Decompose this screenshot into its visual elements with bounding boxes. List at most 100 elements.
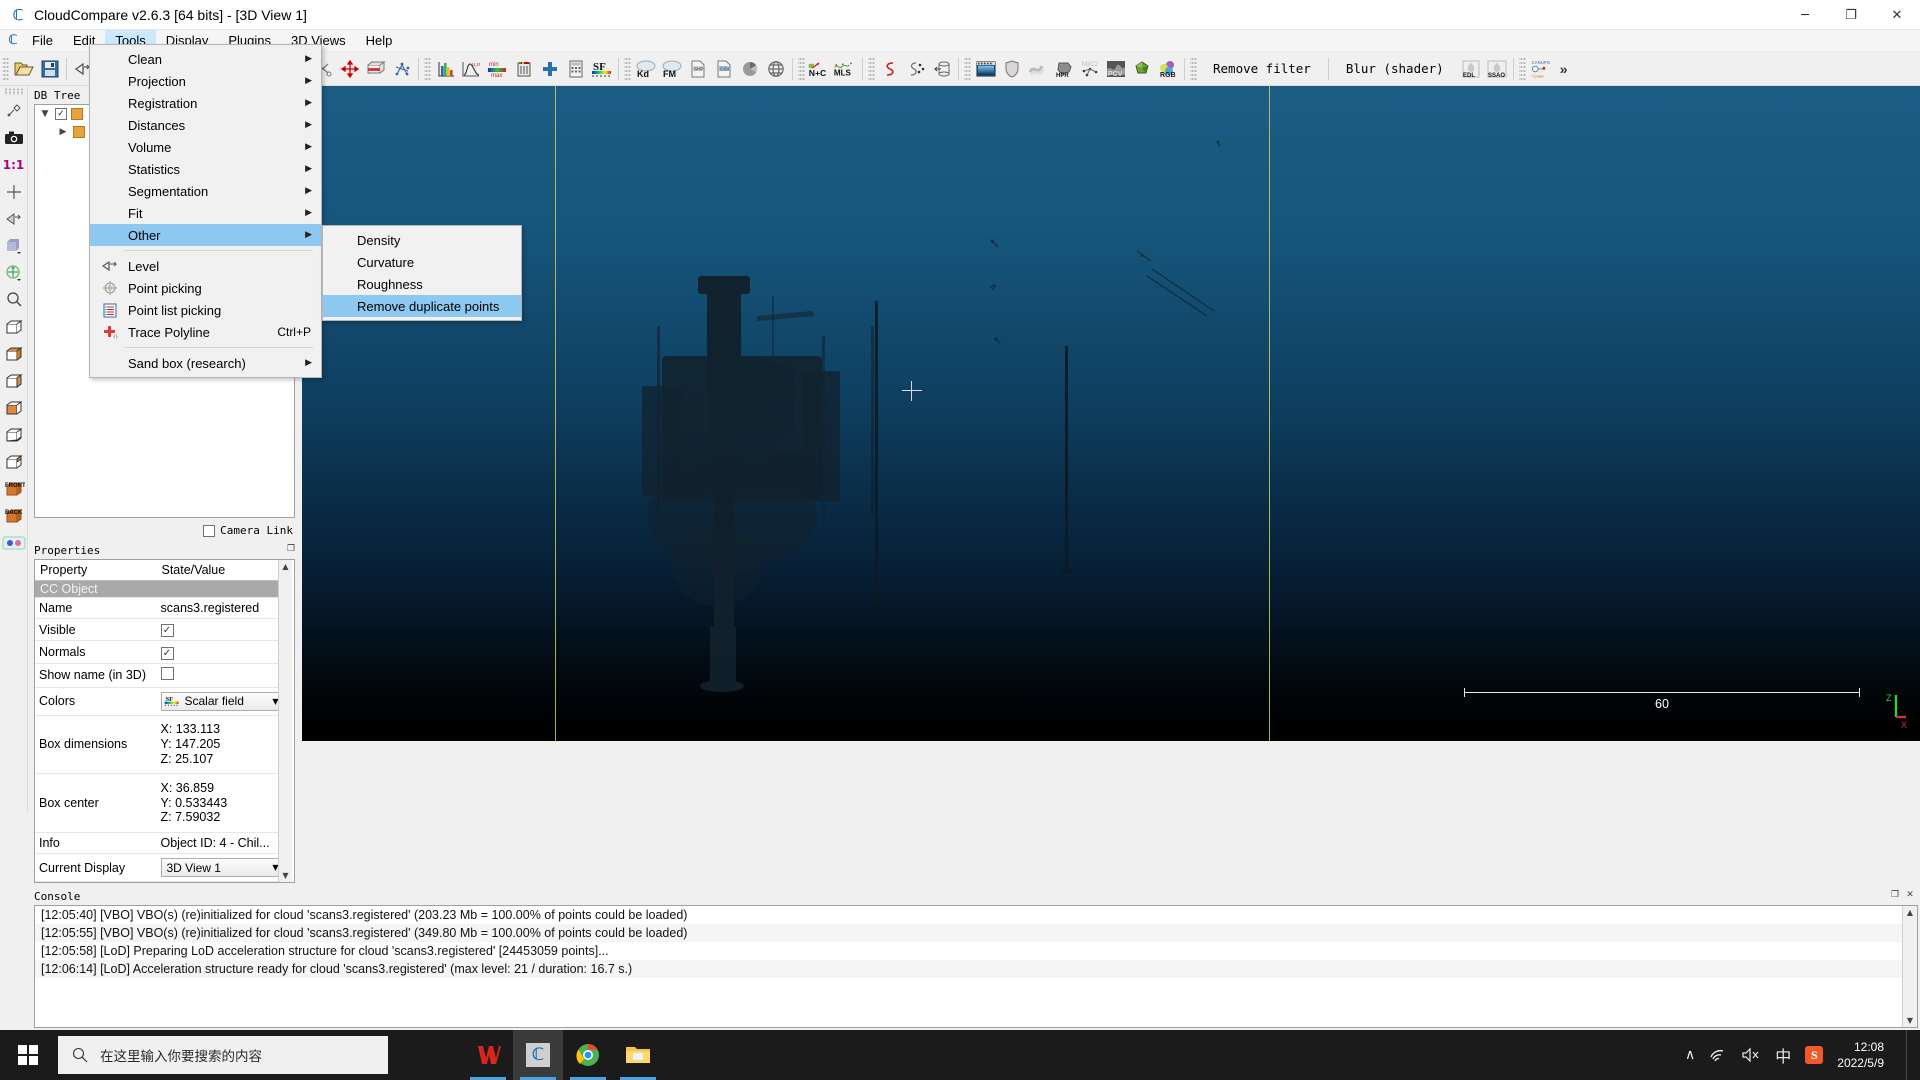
camera-snapshot-icon[interactable]	[1, 125, 27, 151]
chevron-right-icon[interactable]: ▶	[57, 127, 69, 137]
taskbar-app-file-explorer[interactable]	[613, 1030, 663, 1080]
normals-computation-icon[interactable]: N+C	[807, 56, 833, 82]
pie-sphere-icon[interactable]	[737, 56, 763, 82]
chevron-down-icon[interactable]: ▼	[39, 109, 51, 119]
menu-item-level[interactable]: Level	[90, 255, 321, 277]
float-icon[interactable]: ❐	[285, 543, 297, 555]
taskbar-app-wps[interactable]	[463, 1030, 513, 1080]
stereo-mode-icon[interactable]	[1, 530, 27, 556]
extrude-icon[interactable]	[929, 56, 955, 82]
menu-item-point-picking[interactable]: Point picking	[90, 277, 321, 299]
extract-connected-icon[interactable]	[389, 56, 415, 82]
toolbar-grip[interactable]	[868, 57, 875, 81]
mls-smoothing-icon[interactable]: MLS	[833, 56, 859, 82]
view-iso-back-icon[interactable]: BACK	[1, 503, 27, 529]
console-body[interactable]: [12:05:40] [VBO] VBO(s) (re)initialized …	[34, 905, 1918, 1028]
remove-filter-button[interactable]: Remove filter	[1199, 57, 1325, 80]
facets-icon[interactable]	[1025, 56, 1051, 82]
toolbar-grip[interactable]	[2, 57, 9, 81]
menu-help[interactable]: Help	[356, 30, 403, 52]
chevron-down-icon[interactable]: ▼	[272, 697, 278, 706]
close-icon[interactable]: ✕	[1904, 889, 1916, 901]
toolbar-grip[interactable]	[798, 57, 805, 81]
edl-shader-icon[interactable]: EDL	[1458, 56, 1484, 82]
toolbar-grip[interactable]	[1519, 57, 1526, 81]
chevron-down-icon[interactable]: ▼	[272, 863, 278, 872]
m3c2-icon[interactable]: M3C2	[1077, 56, 1103, 82]
camera-link-checkbox[interactable]	[203, 525, 215, 537]
3d-view[interactable]: 60 Z X	[302, 86, 1920, 741]
sf-convert-to-rgb-icon[interactable]: SF	[589, 56, 615, 82]
properties-scrollbar[interactable]: ▲ ▼	[278, 560, 292, 882]
menu-file[interactable]: File	[22, 30, 63, 52]
save-icon[interactable]	[37, 56, 63, 82]
open-file-icon[interactable]	[11, 56, 37, 82]
submenu-item-remove-duplicate-points[interactable]: Remove duplicate points	[323, 295, 521, 317]
histogram-icon[interactable]	[433, 56, 459, 82]
add-scalar-field-icon[interactable]	[537, 56, 563, 82]
menu-item-point-list-picking[interactable]: Point list picking	[90, 299, 321, 321]
ssao-shader-icon[interactable]: SSAO	[1484, 56, 1510, 82]
menu-item-trace-polyline[interactable]: Trace Polyline Ctrl+P	[90, 321, 321, 343]
scroll-up-icon[interactable]: ▲	[1907, 908, 1913, 917]
view-bottom-icon[interactable]	[1, 341, 27, 367]
fast-marching-icon[interactable]: FM	[659, 56, 685, 82]
view-left-icon[interactable]	[1, 422, 27, 448]
console-scrollbar[interactable]: ▲ ▼	[1902, 906, 1917, 1027]
set-view-orientation-icon[interactable]	[1, 206, 27, 232]
normals-checkbox[interactable]: ✓	[161, 647, 174, 660]
colors-combobox[interactable]: SF Scalar field ▼	[161, 692, 279, 711]
menu-item-other[interactable]: Other ▶	[90, 224, 321, 246]
hpr-icon[interactable]: HPR	[1051, 56, 1077, 82]
menu-item-sand-box[interactable]: Sand box (research) ▶	[90, 352, 321, 374]
gaussian-stats-icon[interactable]: μ,σ	[459, 56, 485, 82]
polyline-points-icon[interactable]	[903, 56, 929, 82]
float-icon[interactable]: ❐	[1889, 889, 1901, 901]
taskbar-clock[interactable]: 12:08 2022/5/9	[1837, 1039, 1892, 1071]
view-right-icon[interactable]	[1, 449, 27, 475]
scroll-up-icon[interactable]: ▲	[282, 562, 288, 571]
toolbar-grip[interactable]	[4, 88, 24, 95]
menu-item-segmentation[interactable]: Segmentation ▶	[90, 180, 321, 202]
zoom-1-1-icon[interactable]: 1:1	[1, 152, 27, 178]
view-front-icon[interactable]	[1, 368, 27, 394]
view-iso-front-icon[interactable]: FRONT	[1, 476, 27, 502]
translate-rotate-icon[interactable]	[337, 56, 363, 82]
pick-rotation-center-icon[interactable]	[1, 98, 27, 124]
menu-item-projection[interactable]: Projection ▶	[90, 70, 321, 92]
tools-menu-popup[interactable]: Clean ▶ Projection ▶ Registration ▶ Dist…	[89, 44, 322, 378]
maximize-button[interactable]: ❐	[1828, 0, 1874, 30]
export-csv-icon[interactable]: CSV	[711, 56, 737, 82]
poisson-recon-icon[interactable]	[1129, 56, 1155, 82]
taskbar-search-box[interactable]: 在这里输入你要搜索的内容	[58, 1036, 388, 1074]
submenu-item-roughness[interactable]: Roughness	[323, 273, 521, 295]
blur-shader-button[interactable]: Blur (shader)	[1332, 57, 1458, 80]
toolbar-overflow-button[interactable]: »	[1554, 61, 1574, 77]
current-display-combobox[interactable]: 3D View 1 ▼	[161, 858, 279, 877]
kd-tree-icon[interactable]: Kd	[633, 56, 659, 82]
zoom-box-icon[interactable]	[1, 287, 27, 313]
submenu-item-curvature[interactable]: Curvature	[323, 251, 521, 273]
volume-muted-icon[interactable]	[1741, 1047, 1761, 1063]
menu-item-clean[interactable]: Clean ▶	[90, 48, 321, 70]
min-max-colorscale-icon[interactable]: minmax	[485, 56, 511, 82]
export-shp-icon[interactable]: SHP	[685, 56, 711, 82]
polyline-sample-icon[interactable]	[877, 56, 903, 82]
menu-item-distances[interactable]: Distances ▶	[90, 114, 321, 136]
menu-item-fit[interactable]: Fit ▶	[90, 202, 321, 224]
toolbar-grip[interactable]	[1190, 57, 1197, 81]
show-hidden-icons-icon[interactable]: ∧	[1685, 1047, 1695, 1063]
camera-link-row[interactable]: Camera Link	[28, 522, 301, 541]
taskbar-app-cloudcompare[interactable]: ℂ	[513, 1030, 563, 1080]
wifi-icon[interactable]	[1709, 1047, 1727, 1063]
taskbar-app-chrome[interactable]	[563, 1030, 613, 1080]
toolbar-grip[interactable]	[964, 57, 971, 81]
submenu-item-density[interactable]: Density	[323, 229, 521, 251]
globe-mesh-icon[interactable]	[763, 56, 789, 82]
visible-checkbox[interactable]: ✓	[161, 624, 174, 637]
pcv-icon[interactable]: PCV	[1103, 56, 1129, 82]
menu-item-registration[interactable]: Registration ▶	[90, 92, 321, 114]
minimize-button[interactable]: ─	[1782, 0, 1828, 30]
canupo-create-icon[interactable]: CANUPOCreate	[1528, 56, 1554, 82]
menu-item-volume[interactable]: Volume ▶	[90, 136, 321, 158]
